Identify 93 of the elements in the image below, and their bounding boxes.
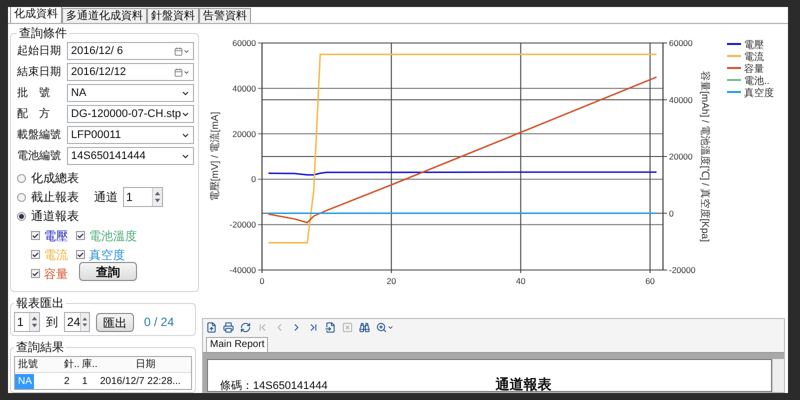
report-barcode: 條碼：14S650141444 — [220, 379, 328, 392]
tab[interactable]: 多通道化成資料 — [62, 8, 147, 23]
dropdown[interactable]: DG-120000-07-CH.stp — [67, 105, 194, 123]
tick-label: 40 — [516, 276, 526, 286]
tick-label: -40000 — [230, 265, 256, 275]
radio-label: 截止報表 — [31, 189, 79, 206]
field-label: 起始日期 — [17, 44, 62, 59]
tick-label: 0 — [669, 208, 674, 218]
group-title: 查詢條件 — [18, 25, 68, 42]
radio-button[interactable] — [17, 212, 26, 220]
number-spinner[interactable]: 24 — [64, 312, 90, 332]
date-field[interactable]: 2016/12/ 6 — [67, 42, 194, 60]
column-header[interactable]: 批號 — [15, 357, 61, 372]
field-label: 通道 — [94, 189, 118, 206]
column-header[interactable]: 庫.. — [79, 357, 97, 372]
legend-label: 真空度 — [744, 87, 774, 99]
table-cell-text: 2016/12/7 22:28... — [99, 374, 182, 388]
radio-button[interactable] — [17, 174, 26, 182]
legend-item: 電池.. — [727, 76, 770, 87]
scrollbar[interactable] — [772, 359, 784, 392]
checkbox-label: 真空度 — [89, 246, 125, 264]
dropdown[interactable]: 14S650141444 — [67, 147, 194, 165]
checkbox[interactable] — [76, 250, 85, 259]
progress-count: 0 / 24 — [144, 314, 174, 331]
table-cell-text: 2 — [63, 374, 71, 388]
checkbox-label: 電流 — [44, 246, 68, 264]
table-cell-text: 1 — [81, 374, 89, 388]
printer-icon[interactable] — [223, 322, 234, 333]
number-spinner[interactable]: 1 — [14, 312, 40, 332]
legend-label: 電流 — [744, 51, 764, 63]
axis-title: 電壓[mV] / 電流[mA] — [210, 112, 221, 202]
tab[interactable]: 告警資料 — [199, 8, 251, 23]
checkbox-label: 容量 — [44, 266, 68, 282]
field-label: 載盤編號 — [17, 128, 62, 143]
checkbox[interactable] — [31, 231, 40, 240]
tick-label: 40000 — [232, 83, 256, 94]
checkbox-label: 電壓 — [44, 228, 68, 244]
legend-item: 電壓 — [727, 40, 764, 51]
last-page-icon[interactable] — [308, 322, 319, 333]
axis-title: 容量[mAh] / 電池溫度[℃] / 真空度[Kpa] — [699, 71, 710, 242]
dropdown[interactable]: LFP00011 — [67, 126, 194, 144]
legend-label: 容量 — [744, 63, 764, 75]
checkbox[interactable] — [76, 231, 85, 240]
tick-label: -20000 — [230, 220, 256, 230]
tick-label: 60 — [645, 276, 655, 286]
column-header[interactable]: 針.. — [61, 357, 79, 372]
field-label: 結束日期 — [17, 64, 62, 80]
field-label: 配 方 — [17, 106, 51, 122]
legend-label: 電壓 — [744, 39, 764, 51]
checkbox[interactable] — [31, 269, 40, 278]
table-cell: NA — [15, 374, 34, 388]
radio-label: 通道報表 — [31, 208, 79, 225]
field-label: 到 — [46, 314, 58, 331]
radio-label: 化成總表 — [31, 170, 79, 187]
group-title: 查詢結果 — [15, 339, 65, 356]
tick-label: 20000 — [669, 152, 693, 162]
legend-item: 電流 — [727, 52, 764, 63]
refresh-icon[interactable] — [240, 322, 251, 333]
group-title: 報表匯出 — [15, 295, 65, 312]
dropdown[interactable]: NA — [67, 84, 194, 102]
binoculars-icon[interactable] — [359, 322, 370, 333]
calendar-icon — [174, 46, 184, 56]
tick-label: 0 — [260, 276, 264, 286]
tick-label: 40000 — [669, 94, 693, 105]
export-icon[interactable] — [206, 322, 217, 333]
caret-icon — [183, 68, 190, 76]
report-title: 通道報表 — [496, 376, 552, 392]
legend-label: 電池.. — [744, 75, 770, 87]
export-button[interactable]: 匯出 — [96, 312, 134, 332]
column-header[interactable]: 日期 — [97, 357, 191, 372]
radio-button[interactable] — [17, 192, 26, 202]
query-button[interactable]: 查詢 — [79, 262, 137, 281]
checkbox-label: 電池溫度 — [89, 228, 137, 244]
legend-item: 真空度 — [727, 88, 774, 99]
tick-label: 20000 — [232, 128, 256, 139]
date-field[interactable]: 2016/12/12 — [67, 63, 194, 81]
checkbox[interactable] — [31, 250, 40, 259]
report-tab[interactable]: Main Report — [206, 337, 268, 352]
tick-label: -20000 — [669, 265, 696, 275]
tab[interactable]: 針盤資料 — [147, 8, 199, 23]
tick-label: 60000 — [232, 38, 256, 48]
tick-label: 60000 — [669, 38, 693, 48]
calendar-icon — [174, 68, 184, 76]
page-icon[interactable] — [325, 322, 336, 333]
field-label: 批 號 — [17, 86, 51, 101]
tick-label: 20 — [386, 276, 396, 286]
zoom-icon[interactable] — [376, 322, 394, 333]
tick-label: 0 — [251, 174, 256, 184]
legend-item: 容量 — [727, 64, 764, 75]
caret-icon — [183, 48, 190, 54]
field-label: 電池編號 — [17, 148, 62, 164]
tab[interactable]: 化成資料 — [10, 7, 62, 23]
number-spinner[interactable]: 1 — [123, 187, 163, 207]
